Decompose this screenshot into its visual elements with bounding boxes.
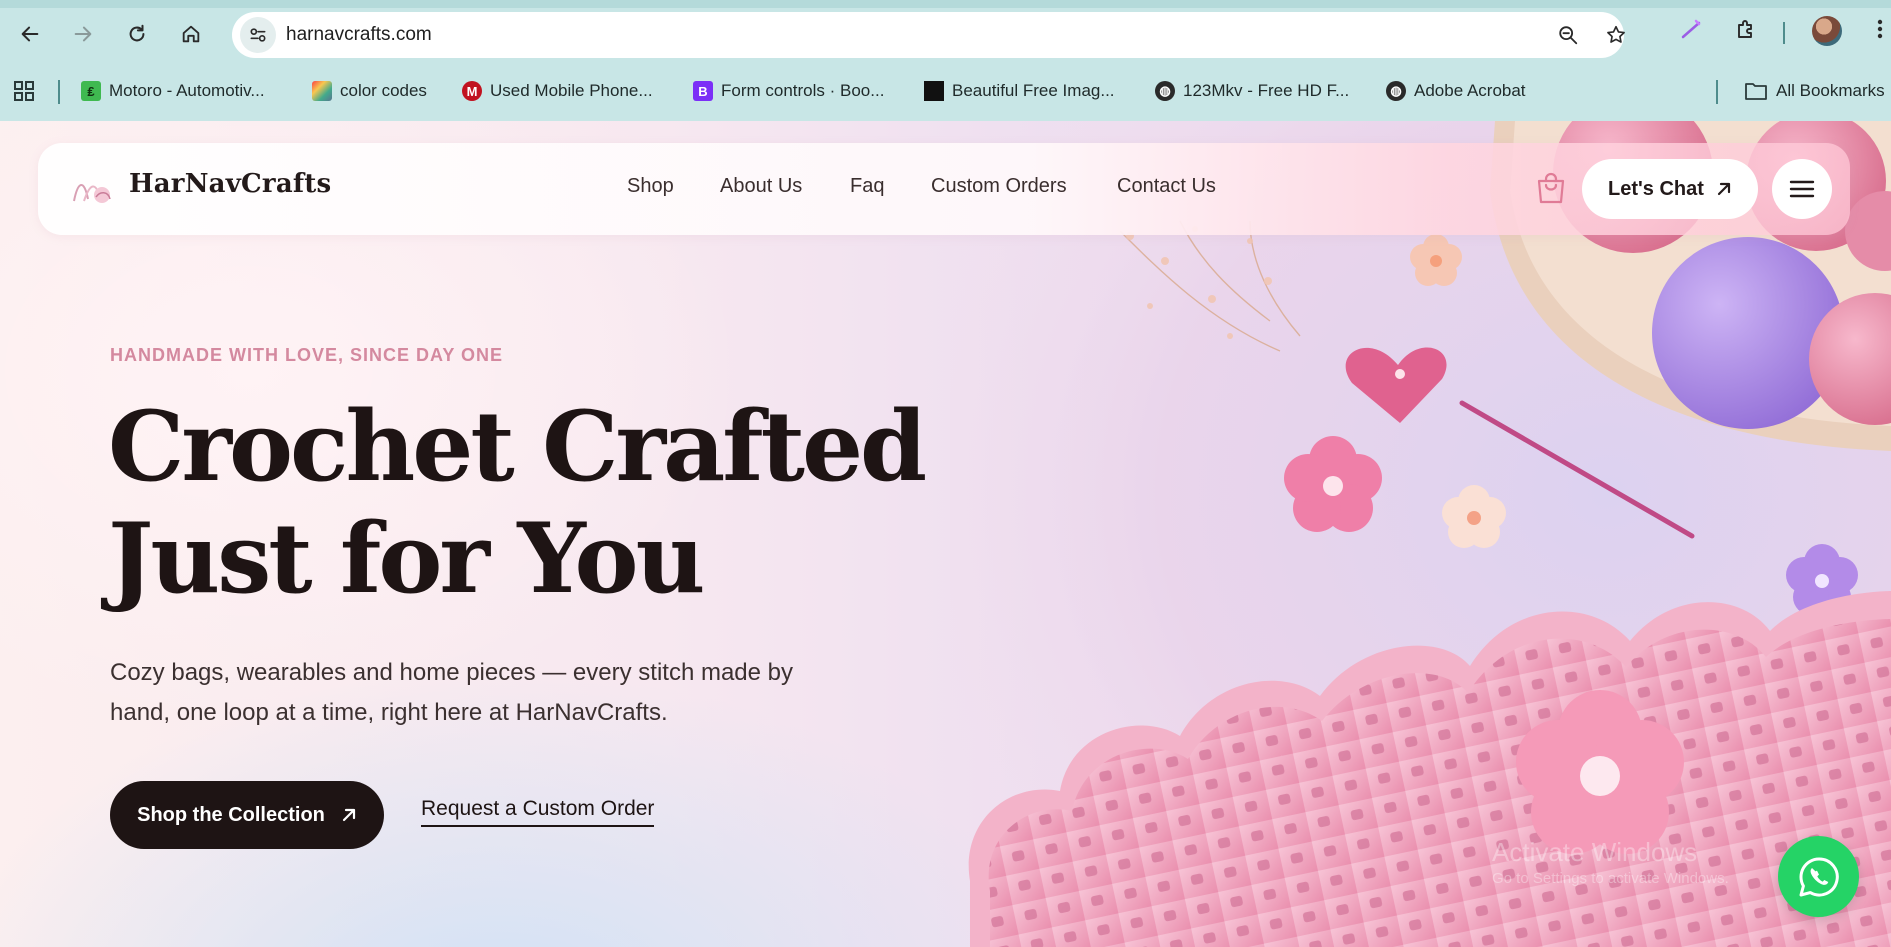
bookmark-free-images[interactable]: Beautiful Free Imag... — [924, 78, 1115, 104]
site-header: HarNavCrafts Shop About Us Faq Custom Or… — [38, 143, 1850, 235]
all-bookmarks-button[interactable]: All Bookmarks — [1744, 78, 1885, 104]
lets-chat-button[interactable]: Let's Chat — [1582, 159, 1758, 219]
hero-subtext: Cozy bags, wearables and home pieces — e… — [110, 659, 794, 726]
headline-line-1: Crochet Crafted — [108, 390, 927, 503]
back-button[interactable] — [10, 14, 50, 54]
apps-button[interactable] — [12, 78, 36, 104]
browser-toolbar: harnavcrafts.com — [0, 10, 1891, 58]
toolbar-divider — [1783, 22, 1785, 44]
url-text[interactable]: harnavcrafts.com — [286, 24, 432, 46]
main-nav: Shop About Us Faq Custom Orders Contact … — [38, 175, 1850, 205]
bookmarks-bar: ₤ Motoro - Automotiv... color codes M Us… — [0, 70, 1891, 110]
bookmarks-divider — [58, 80, 60, 104]
star-icon — [1607, 25, 1625, 43]
extensions-button[interactable] — [1731, 14, 1761, 44]
all-bookmarks-label: All Bookmarks — [1776, 81, 1885, 100]
bookmark-label: Used Mobile Phone... — [490, 81, 653, 100]
pen-icon — [1681, 19, 1701, 39]
tab-strip-edge — [0, 0, 1891, 8]
whatsapp-chat-button[interactable] — [1778, 836, 1859, 917]
bookmark-used-mobile[interactable]: M Used Mobile Phone... — [462, 78, 653, 104]
used-mobile-favicon: M — [462, 81, 482, 101]
request-custom-order-link[interactable]: Request a Custom Order — [421, 797, 655, 827]
zoom-button[interactable] — [1555, 22, 1581, 48]
reload-icon — [129, 24, 145, 42]
bookmark-label: Form controls · Boo... — [721, 81, 885, 100]
windows-activation-watermark: Activate Windows Go to Settings to activ… — [1492, 837, 1729, 887]
bookmark-label: Beautiful Free Imag... — [952, 81, 1115, 100]
bookmark-label: Motoro - Automotiv... — [109, 81, 265, 100]
bookmark-motoro[interactable]: ₤ Motoro - Automotiv... — [81, 78, 265, 104]
headline-line-2: Just for You — [108, 502, 705, 615]
globe-icon: ◍ — [1386, 81, 1406, 101]
zoom-icon — [1559, 26, 1578, 45]
bookmark-label: color codes — [340, 81, 427, 100]
shopping-bag-icon — [1537, 172, 1565, 204]
browser-chrome: harnavcrafts.com ₤ Motoro - Automotiv... — [0, 0, 1891, 121]
webpage: HarNavCrafts Shop About Us Faq Custom Or… — [0, 121, 1891, 947]
shop-collection-label: Shop the Collection — [137, 803, 325, 826]
site-info-button[interactable] — [240, 17, 276, 53]
whatsapp-icon — [1799, 856, 1839, 896]
bookmark-form-controls[interactable]: B Form controls · Boo... — [693, 78, 884, 104]
puzzle-icon — [1738, 20, 1752, 38]
nav-link-about-us[interactable]: About Us — [720, 175, 802, 198]
bookmark-label: 123Mkv - Free HD F... — [1183, 81, 1350, 100]
shop-collection-button[interactable]: Shop the Collection — [110, 781, 384, 849]
hamburger-menu-button[interactable] — [1772, 159, 1832, 219]
watermark-line-1: Activate Windows — [1492, 837, 1698, 867]
hamburger-icon — [1789, 180, 1815, 198]
bookmark-color-codes[interactable]: color codes — [312, 78, 427, 104]
arrow-up-right-icon — [1717, 182, 1731, 196]
nav-link-shop[interactable]: Shop — [627, 175, 674, 198]
bookmark-adobe-acrobat[interactable]: ◍ Adobe Acrobat — [1386, 78, 1526, 104]
folder-icon — [1745, 83, 1767, 100]
watermark-line-2: Go to Settings to activate Windows. — [1492, 870, 1729, 887]
bootstrap-favicon: B — [693, 81, 713, 101]
reload-button[interactable] — [117, 14, 157, 54]
cart-button[interactable] — [1533, 169, 1569, 207]
nav-link-contact-us[interactable]: Contact Us — [1117, 175, 1216, 198]
nav-link-custom-orders[interactable]: Custom Orders — [931, 175, 1067, 198]
bookmarks-divider — [1716, 80, 1718, 104]
lets-chat-label: Let's Chat — [1608, 177, 1704, 200]
arrow-up-right-icon — [342, 808, 355, 822]
unsplash-favicon — [924, 81, 944, 101]
globe-icon: ◍ — [1155, 81, 1175, 101]
hero-eyebrow: HANDMADE WITH LOVE, SINCE DAY ONE — [110, 345, 504, 365]
back-arrow-icon — [21, 26, 39, 42]
hero-crochet-image — [950, 121, 1891, 947]
motoro-favicon: ₤ — [81, 81, 101, 101]
color-codes-favicon — [312, 81, 332, 101]
pen-extension-button[interactable] — [1676, 14, 1706, 44]
bookmark-123mkv[interactable]: ◍ 123Mkv - Free HD F... — [1155, 78, 1349, 104]
apps-grid-icon — [14, 81, 34, 101]
browser-menu-button[interactable] — [1870, 14, 1890, 44]
bookmark-star-button[interactable] — [1603, 22, 1629, 48]
tune-icon — [250, 28, 266, 42]
hero-headline: Crochet Crafted Just for You — [108, 390, 927, 615]
address-bar[interactable]: harnavcrafts.com — [232, 12, 1625, 58]
home-icon — [182, 25, 200, 43]
kebab-menu-icon — [1877, 19, 1883, 39]
forward-button[interactable] — [63, 14, 103, 54]
profile-avatar[interactable] — [1812, 16, 1842, 46]
home-button[interactable] — [171, 14, 211, 54]
nav-link-faq[interactable]: Faq — [850, 175, 884, 198]
bookmark-label: Adobe Acrobat — [1414, 81, 1526, 100]
forward-arrow-icon — [74, 26, 92, 42]
